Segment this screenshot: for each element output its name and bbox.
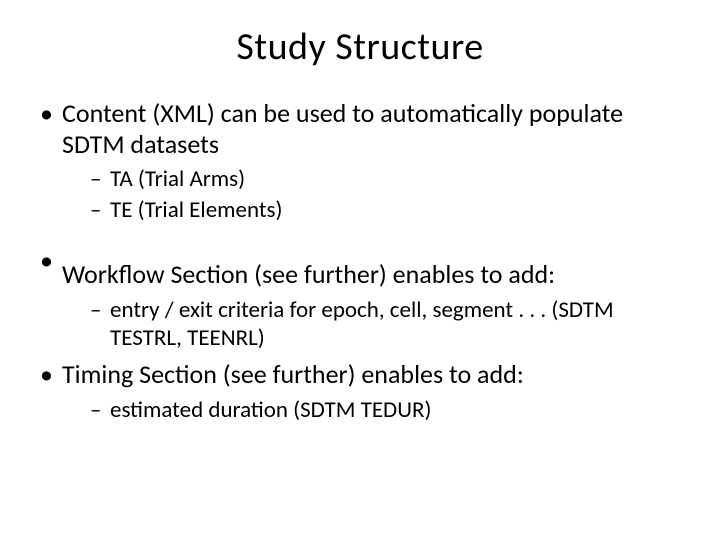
sub-bullet-item: estimated duration (SDTM TEDUR): [90, 396, 682, 425]
sub-bullet-list: estimated duration (SDTM TEDUR): [62, 396, 682, 425]
sub-bullet-item: entry / exit criteria for epoch, cell, s…: [90, 296, 682, 354]
bullet-text: Timing Section (see further) enables to …: [62, 358, 524, 390]
slide-title: Study Structure: [38, 24, 682, 70]
sub-bullet-list: TA (Trial Arms) TE (Trial Elements): [62, 165, 682, 225]
sub-bullet-item: TE (Trial Elements): [90, 196, 682, 225]
bullet-item: Timing Section (see further) enables to …: [38, 359, 682, 424]
bullet-text: Content (XML) can be used to automatical…: [62, 97, 623, 160]
bullet-item: Workflow Section (see further) enables t…: [38, 245, 682, 353]
spacer: [62, 245, 682, 259]
slide: Study Structure Content (XML) can be use…: [0, 0, 720, 540]
sub-bullet-item: TA (Trial Arms): [90, 165, 682, 194]
sub-bullet-list: entry / exit criteria for epoch, cell, s…: [62, 296, 682, 354]
bullet-text: Workflow Section (see further) enables t…: [62, 258, 555, 290]
bullet-item: Content (XML) can be used to automatical…: [38, 98, 682, 225]
bullet-list: Content (XML) can be used to automatical…: [38, 98, 682, 424]
